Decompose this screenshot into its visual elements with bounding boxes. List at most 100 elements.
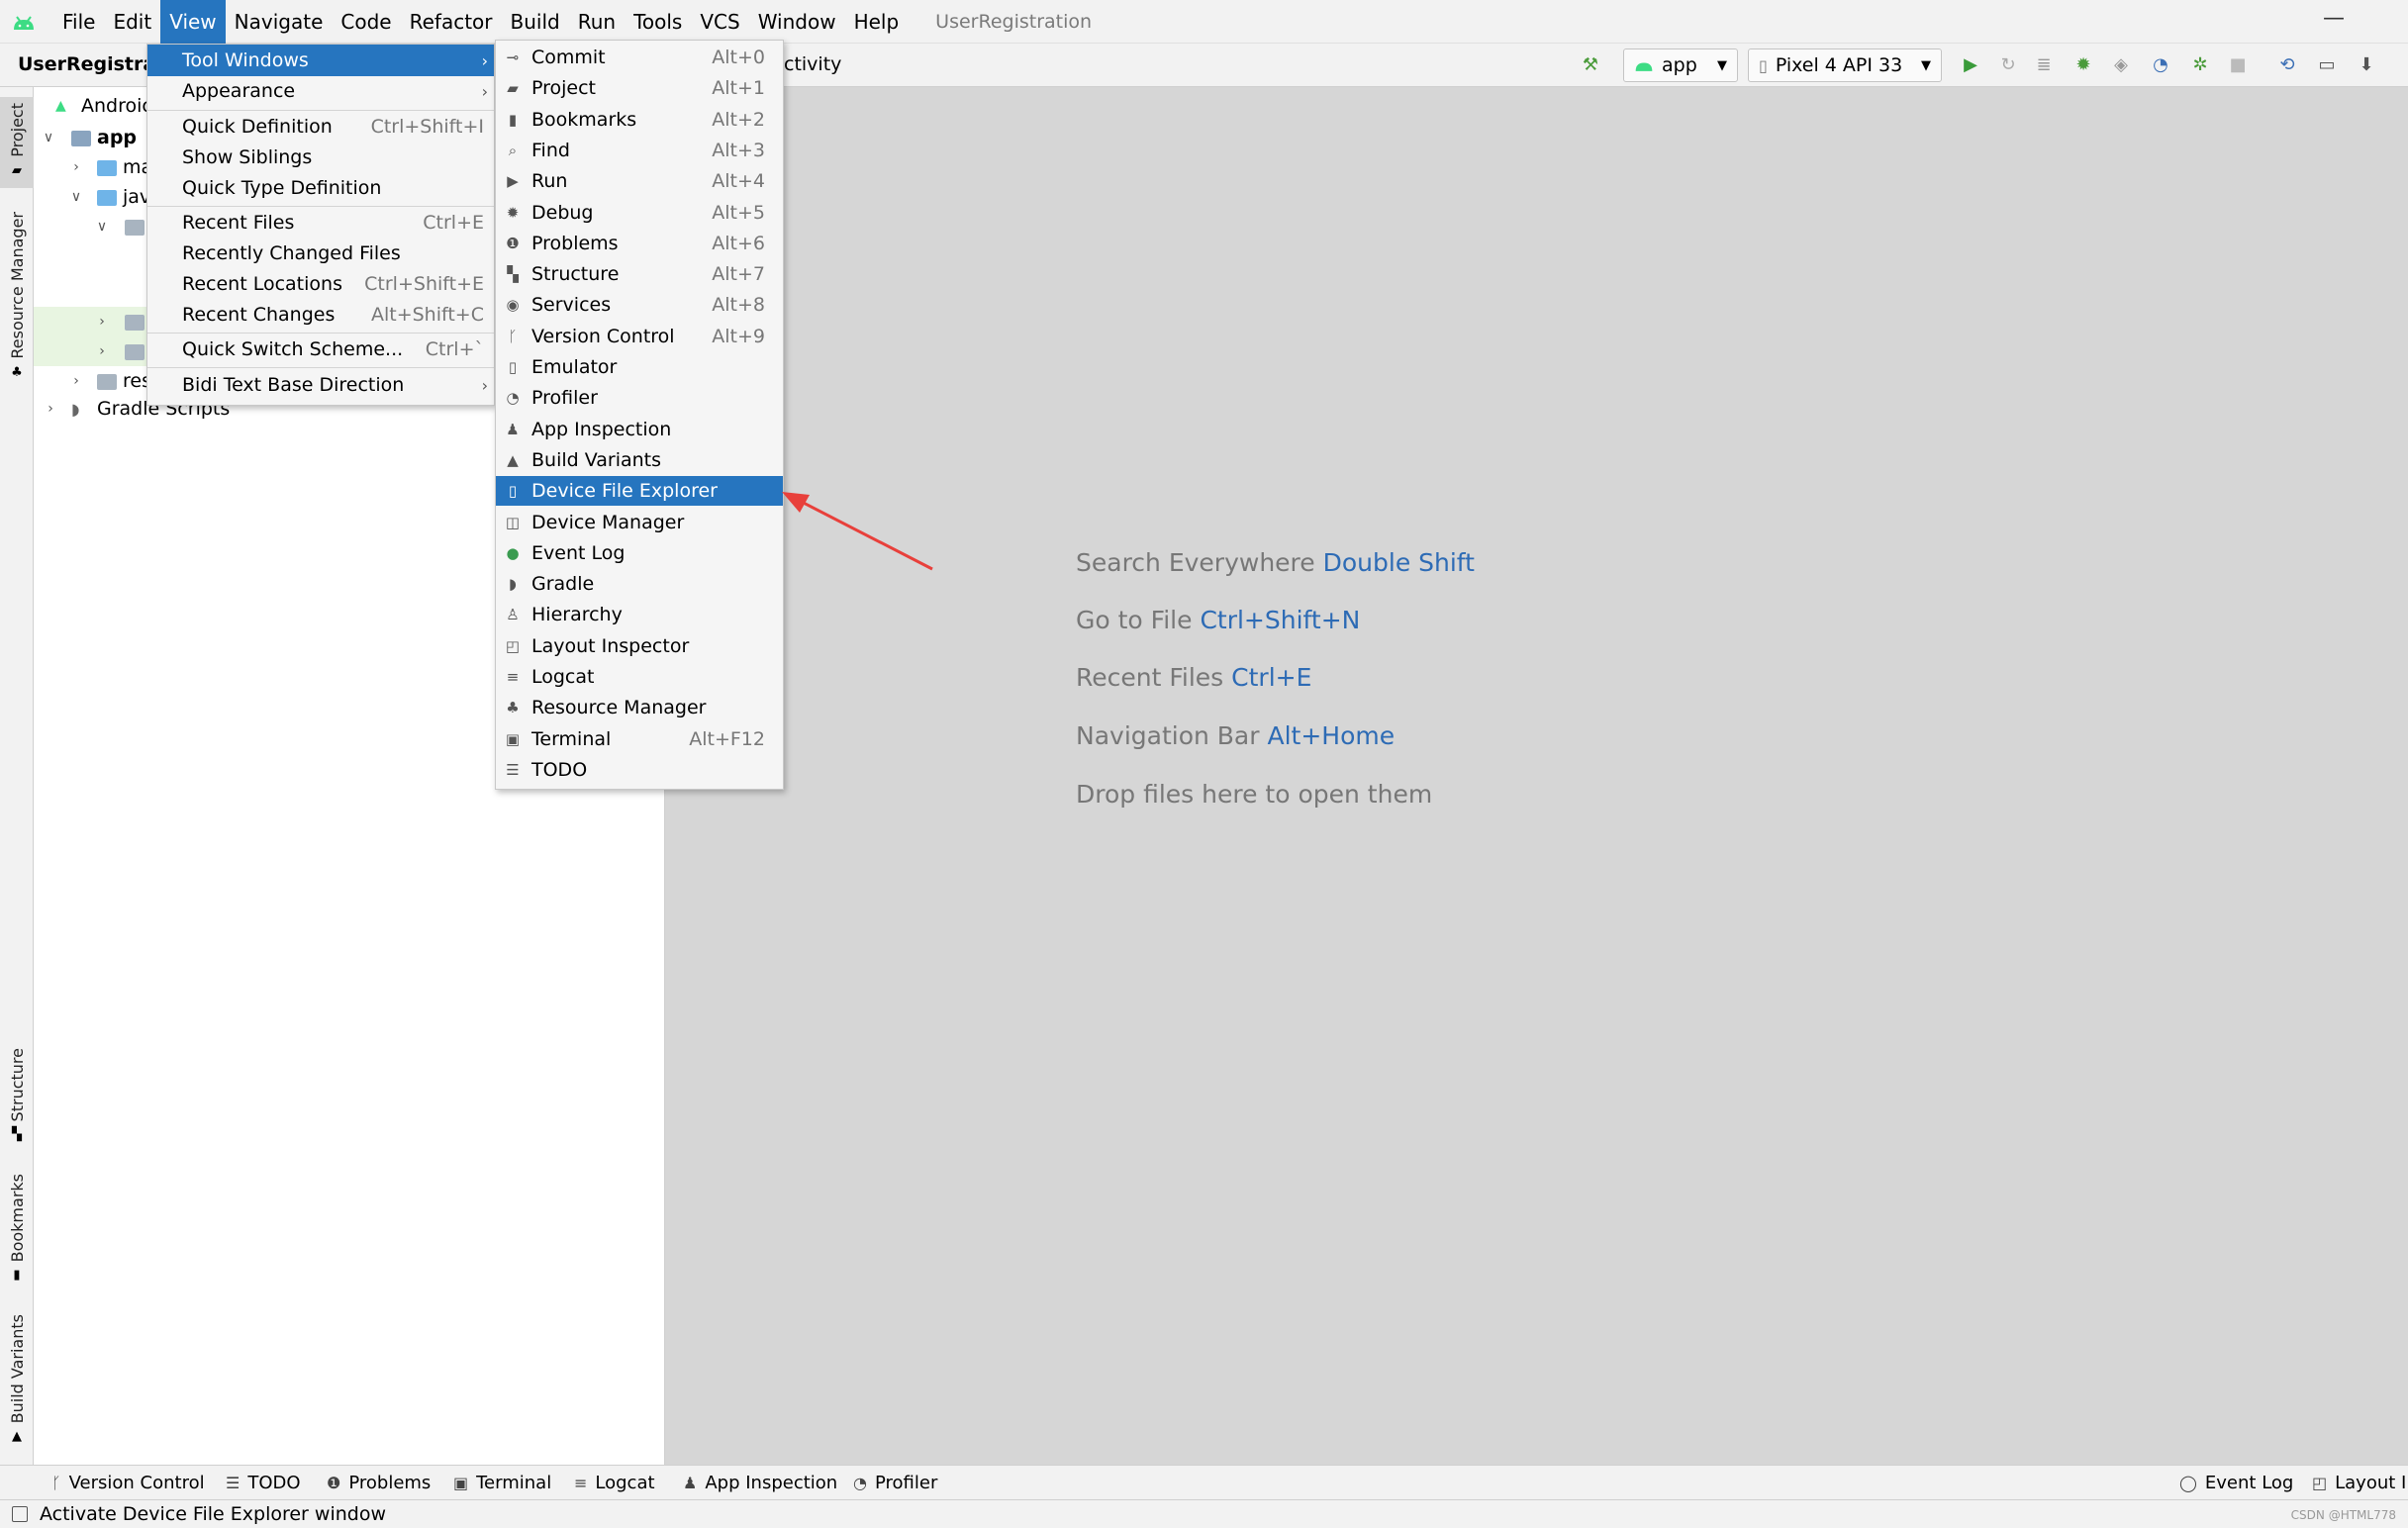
tool-window-item-device-manager[interactable]: ◫ Device Manager [496, 508, 783, 537]
tab-project[interactable]: Project ▰ [0, 97, 34, 188]
menu-item-show-siblings[interactable]: Show Siblings [147, 143, 494, 172]
tool-window-item-resource-manager[interactable]: ♣ Resource Manager [496, 693, 783, 722]
hint-key: Ctrl+E [1231, 663, 1312, 692]
menu-item-recently-changed-files[interactable]: Recently Changed Files [147, 239, 494, 268]
tab-bookmarks[interactable]: Bookmarks ▮ [0, 1168, 34, 1283]
tool-window-item-version-control[interactable]: ᚴ Version Control Alt+9 [496, 322, 783, 351]
bottom-tab-problems[interactable]: ❶ Problems [327, 1473, 431, 1493]
menu-item-shortcut: Alt+9 [712, 325, 765, 347]
menu-item-label: Bookmarks [531, 108, 637, 131]
menu-navigate[interactable]: Navigate [226, 0, 333, 44]
elephant-icon: ◗ [509, 575, 517, 594]
hint-key: Ctrl+Shift+N [1200, 606, 1361, 634]
tool-window-item-event-log[interactable]: ● Event Log [496, 538, 783, 568]
bottom-tab-app-inspection[interactable]: ♟ App Inspection [683, 1473, 837, 1493]
tab-structure[interactable]: Structure ▚ [0, 1042, 34, 1145]
menu-item-label: Profiler [531, 387, 598, 410]
menu-window[interactable]: Window [749, 0, 845, 44]
tool-window-item-build-variants[interactable]: ▲ Build Variants [496, 445, 783, 475]
bottom-tab-terminal[interactable]: ▣ Terminal [453, 1473, 551, 1493]
menu-item-appearance[interactable]: Appearance › [147, 76, 494, 106]
stop-icon[interactable]: ■ [2227, 53, 2249, 75]
menu-run[interactable]: Run [569, 0, 625, 44]
bottom-tab-todo[interactable]: ☰ TODO [226, 1473, 301, 1493]
tool-window-item-todo[interactable]: ☰ TODO [496, 755, 783, 785]
terminal-icon: ▣ [505, 729, 521, 748]
tool-window-item-debug[interactable]: ✹ Debug Alt+5 [496, 198, 783, 228]
tab-project-label: Project [7, 103, 27, 157]
bottom-tab-event-log[interactable]: ◯ Event Log [2179, 1473, 2293, 1493]
menu-item-tool-windows[interactable]: Tool Windows › [147, 45, 494, 76]
menu-refactor[interactable]: Refactor [401, 0, 502, 44]
coverage-icon[interactable]: ◈ [2110, 53, 2132, 75]
device-select[interactable]: ▯ Pixel 4 API 33 ▼ [1748, 48, 1942, 82]
bottom-tab-version-control[interactable]: ᚴ Version Control [51, 1473, 205, 1493]
tool-window-item-commit[interactable]: ⊸ Commit Alt+0 [496, 43, 783, 72]
menu-item-label: Show Siblings [182, 146, 313, 168]
tab-build-variants[interactable]: Build Variants ▲ [0, 1308, 34, 1447]
attach-debugger-icon[interactable]: ✲ [2189, 53, 2211, 75]
menu-item-recent-files[interactable]: Recent Files Ctrl+E [147, 208, 494, 238]
tool-window-item-terminal[interactable]: ▣ Terminal Alt+F12 [496, 724, 783, 754]
menu-item-quick-switch-scheme[interactable]: Quick Switch Scheme... Ctrl+` [147, 334, 494, 364]
chevron-down-icon: ∨ [43, 130, 54, 145]
debug-icon[interactable]: ✹ [2072, 53, 2094, 75]
tab-resource-manager[interactable]: Resource Manager ♣ [0, 206, 34, 471]
device-manager-icon[interactable]: ▭ [2316, 53, 2338, 75]
rerun-icon[interactable]: ↻ [1997, 53, 2019, 75]
tool-window-item-logcat[interactable]: ≡ Logcat [496, 662, 783, 692]
tool-window-item-find[interactable]: ⌕ Find Alt+3 [496, 136, 783, 165]
menu-item-recent-changes[interactable]: Recent Changes Alt+Shift+C [147, 300, 494, 330]
menu-item-label: Tool Windows [182, 49, 309, 71]
tool-window-item-app-inspection[interactable]: ♟ App Inspection [496, 415, 783, 444]
menu-item-label: Build Variants [531, 448, 662, 471]
elephant-icon: ◗ [71, 400, 80, 419]
tool-window-item-bookmarks[interactable]: ▮ Bookmarks Alt+2 [496, 105, 783, 135]
sdk-manager-icon[interactable]: ⬇ [2356, 53, 2377, 75]
tool-window-item-services[interactable]: ◉ Services Alt+8 [496, 290, 783, 320]
tool-window-item-device-file-explorer[interactable]: ▯ Device File Explorer [496, 476, 783, 507]
tool-window-item-gradle[interactable]: ◗ Gradle [496, 569, 783, 599]
bottom-tab-logcat[interactable]: ≡ Logcat [574, 1473, 655, 1493]
breadcrumb[interactable]: ctivity [784, 53, 841, 75]
menu-build[interactable]: Build [502, 0, 569, 44]
tool-window-item-emulator[interactable]: ▯ Emulator [496, 352, 783, 382]
menu-item-recent-locations[interactable]: Recent Locations Ctrl+Shift+E [147, 269, 494, 299]
menu-view[interactable]: View [160, 0, 226, 44]
menu-edit[interactable]: Edit [104, 0, 160, 44]
menu-help[interactable]: Help [845, 0, 909, 44]
menu-file[interactable]: File [53, 0, 104, 44]
tool-window-item-problems[interactable]: ❶ Problems Alt+6 [496, 229, 783, 258]
project-view-label: Androic [81, 95, 152, 117]
folder-icon: ▰ [12, 162, 22, 178]
apply-changes-icon[interactable]: ≣ [2033, 53, 2055, 75]
toggle-tool-windows-icon[interactable] [12, 1506, 28, 1522]
menu-vcs[interactable]: VCS [691, 0, 748, 44]
menu-item-label: Appearance [182, 80, 296, 102]
menu-item-label: Resource Manager [531, 697, 707, 719]
tool-window-item-hierarchy[interactable]: ♙ Hierarchy [496, 600, 783, 629]
menu-item-quick-definition[interactable]: Quick Definition Ctrl+Shift+I [147, 112, 494, 142]
chevron-down-icon: ∨ [96, 219, 108, 235]
tool-window-item-profiler[interactable]: ◔ Profiler [496, 383, 783, 413]
event-log-icon: ◯ [2179, 1474, 2197, 1492]
sync-gradle-icon[interactable]: ⟲ [2276, 53, 2298, 75]
menu-item-bidi-text-direction[interactable]: Bidi Text Base Direction › [147, 370, 494, 400]
hammer-icon[interactable]: ⚒ [1580, 53, 1601, 75]
profiler-icon[interactable]: ◔ [2150, 53, 2171, 75]
bottom-tab-layout-inspector[interactable]: ◰ Layout In [2312, 1473, 2408, 1493]
run-config-select[interactable]: app ▼ [1623, 48, 1738, 82]
menu-item-quick-type-definition[interactable]: Quick Type Definition [147, 173, 494, 203]
tool-window-item-layout-inspector[interactable]: ◰ Layout Inspector [496, 631, 783, 661]
layout-inspector-icon: ◰ [505, 636, 521, 655]
tool-window-item-run[interactable]: ▶ Run Alt+4 [496, 166, 783, 196]
menu-item-shortcut: Ctrl+` [425, 338, 484, 360]
tool-window-item-structure[interactable]: ▚ Structure Alt+7 [496, 259, 783, 289]
tool-window-item-project[interactable]: ▰ Project Alt+1 [496, 73, 783, 103]
run-icon[interactable]: ▶ [1960, 53, 1981, 75]
menu-code[interactable]: Code [332, 0, 400, 44]
menu-item-label: Debug [531, 201, 594, 224]
minimize-button[interactable]: — [2319, 6, 2349, 31]
bottom-tab-profiler[interactable]: ◔ Profiler [853, 1473, 937, 1493]
menu-tools[interactable]: Tools [625, 0, 691, 44]
